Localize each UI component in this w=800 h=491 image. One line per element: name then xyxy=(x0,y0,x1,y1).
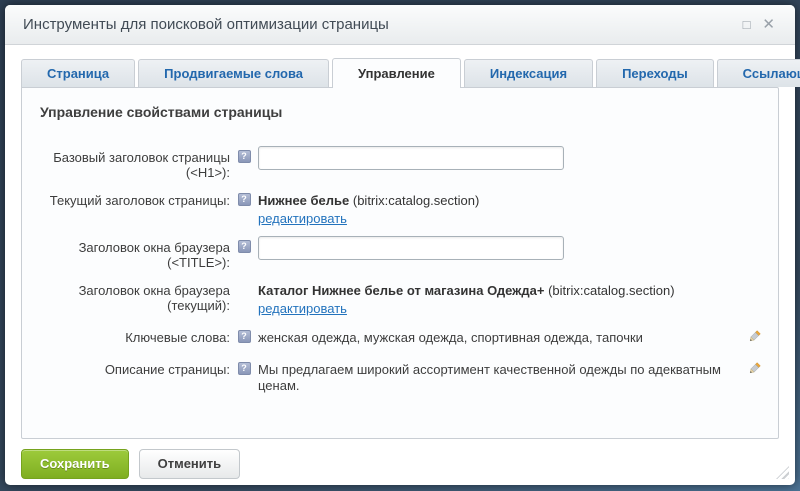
dialog-title: Инструменты для поисковой оптимизации ст… xyxy=(23,16,737,33)
current-browser-title-label: Заголовок окна браузера (текущий): xyxy=(38,279,230,313)
description-value: Мы предлагаем широкий ассортимент качест… xyxy=(258,358,732,394)
close-icon[interactable]: ✕ xyxy=(756,14,781,35)
management-panel: Управление свойствами страницы Базовый з… xyxy=(21,87,779,439)
help-icon[interactable]: ? xyxy=(238,150,251,163)
form-row-base-h1: Базовый заголовок страницы (<H1>): ? xyxy=(38,146,762,180)
form-row-current-browser-title: Заголовок окна браузера (текущий): Катал… xyxy=(38,279,762,317)
current-browser-title-suffix: (bitrix:catalog.section) xyxy=(544,283,674,298)
edit-pencil-icon xyxy=(747,329,762,344)
tab-page[interactable]: Страница xyxy=(21,59,135,87)
current-title-suffix: (bitrix:catalog.section) xyxy=(349,193,479,208)
form-row-current-title: Текущий заголовок страницы: ? Нижнее бел… xyxy=(38,189,762,227)
form-row-description: Описание страницы: ? Мы предлагаем широк… xyxy=(38,358,762,394)
help-icon[interactable]: ? xyxy=(238,362,251,375)
edit-keywords-button[interactable] xyxy=(747,326,762,349)
dialog-titlebar: Инструменты для поисковой оптимизации ст… xyxy=(5,5,795,45)
tab-transitions[interactable]: Переходы xyxy=(596,59,714,87)
keywords-label: Ключевые слова: xyxy=(38,326,230,345)
maximize-icon[interactable]: □ xyxy=(737,15,757,34)
base-h1-input[interactable] xyxy=(258,146,564,170)
seo-tools-dialog: Инструменты для поисковой оптимизации ст… xyxy=(5,5,795,485)
edit-current-browser-title-link[interactable]: редактировать xyxy=(258,301,347,317)
dialog-footer: Сохранить Отменить xyxy=(21,439,779,486)
help-icon[interactable]: ? xyxy=(238,193,251,206)
help-icon[interactable]: ? xyxy=(238,330,251,343)
page-background: { "window": { "title": "Инструменты для … xyxy=(0,0,800,491)
save-button[interactable]: Сохранить xyxy=(21,449,129,479)
tab-management[interactable]: Управление xyxy=(332,58,461,88)
current-title-bold: Нижнее белье xyxy=(258,193,349,208)
tab-referring-sites[interactable]: Ссылающиеся сайты xyxy=(717,59,800,87)
form-row-browser-title: Заголовок окна браузера (<TITLE>): ? xyxy=(38,236,762,270)
edit-description-button[interactable] xyxy=(747,358,762,381)
current-title-value: Нижнее белье (bitrix:catalog.section) ре… xyxy=(258,189,732,227)
current-browser-title-bold: Каталог Нижнее белье от магазина Одежда+ xyxy=(258,283,544,298)
keywords-value: женская одежда, мужская одежда, спортивн… xyxy=(258,326,732,346)
edit-pencil-icon xyxy=(747,361,762,376)
tab-promoted-words[interactable]: Продвигаемые слова xyxy=(138,59,329,87)
help-icon[interactable]: ? xyxy=(238,240,251,253)
panel-heading: Управление свойствами страницы xyxy=(40,104,762,120)
tab-indexing[interactable]: Индексация xyxy=(464,59,593,87)
form-row-keywords: Ключевые слова: ? женская одежда, мужска… xyxy=(38,326,762,349)
browser-title-label: Заголовок окна браузера (<TITLE>): xyxy=(38,236,230,270)
current-browser-title-value: Каталог Нижнее белье от магазина Одежда+… xyxy=(258,279,732,317)
dialog-body: Страница Продвигаемые слова Управление И… xyxy=(5,45,795,486)
current-title-label: Текущий заголовок страницы: xyxy=(38,189,230,208)
tab-bar: Страница Продвигаемые слова Управление И… xyxy=(21,58,779,87)
cancel-button[interactable]: Отменить xyxy=(139,449,241,479)
base-h1-label: Базовый заголовок страницы (<H1>): xyxy=(38,146,230,180)
edit-current-title-link[interactable]: редактировать xyxy=(258,211,347,227)
description-label: Описание страницы: xyxy=(38,358,230,377)
browser-title-input[interactable] xyxy=(258,236,564,260)
